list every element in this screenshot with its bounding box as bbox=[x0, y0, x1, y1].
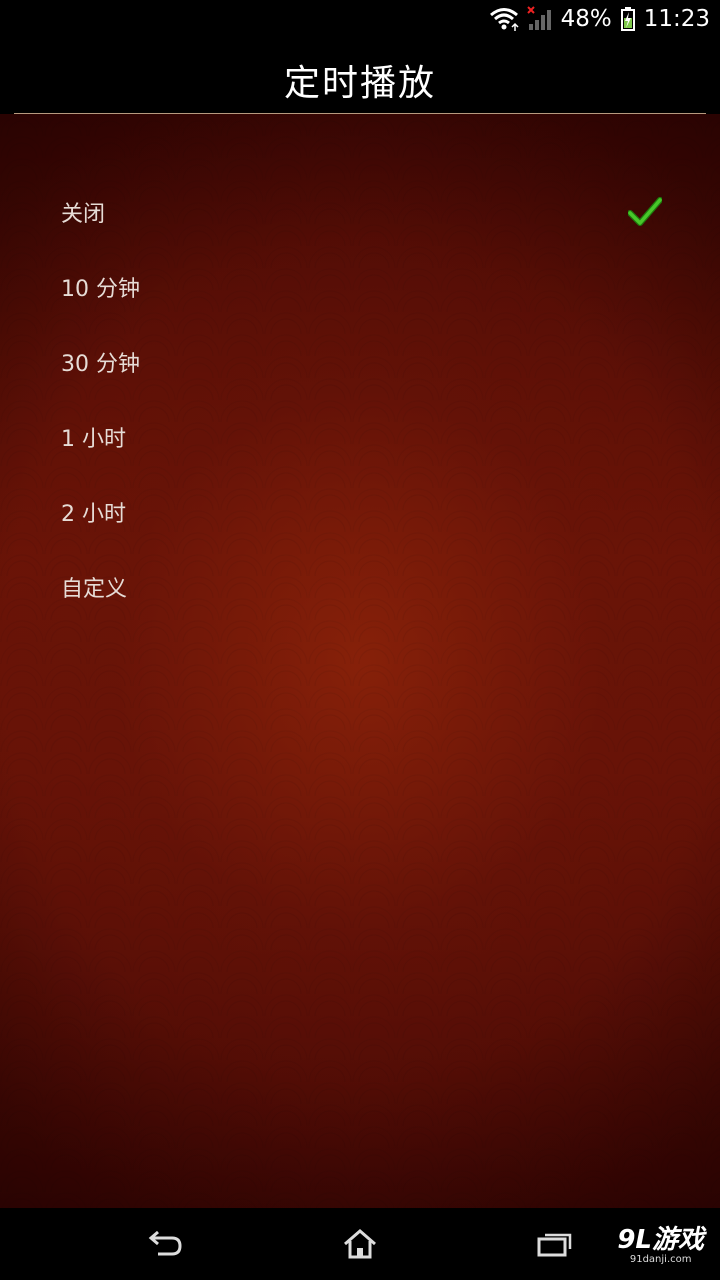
back-button[interactable] bbox=[146, 1226, 186, 1262]
recent-apps-icon bbox=[537, 1233, 572, 1257]
option-1-hour[interactable]: 1 小时 bbox=[0, 399, 720, 474]
option-label: 自定义 bbox=[61, 576, 128, 602]
option-label: 2 小时 bbox=[61, 501, 126, 527]
option-30-min[interactable]: 30 分钟 bbox=[0, 324, 720, 399]
timer-option-list: 关闭 10 分钟 30 分钟 1 小时 2 小时 自定义 bbox=[0, 174, 720, 624]
battery-charging-icon bbox=[620, 6, 636, 32]
option-label: 1 小时 bbox=[61, 426, 126, 452]
timer-screen: 48% 11:23 定时播放 关闭 10 分钟 30 分钟 1 小时 2 小时 … bbox=[0, 0, 720, 1280]
option-2-hours[interactable]: 2 小时 bbox=[0, 474, 720, 549]
watermark-url: 91danji.com bbox=[629, 1254, 692, 1265]
option-custom[interactable]: 自定义 bbox=[0, 549, 720, 624]
recent-apps-button[interactable] bbox=[534, 1226, 574, 1262]
clock: 11:23 bbox=[643, 6, 710, 32]
status-icons: 48% 11:23 bbox=[489, 0, 710, 38]
home-button[interactable] bbox=[340, 1226, 380, 1262]
title-bar: 定时播放 bbox=[0, 38, 720, 114]
option-label: 关闭 bbox=[61, 201, 106, 227]
status-bar: 48% 11:23 bbox=[0, 0, 720, 38]
wifi-icon bbox=[489, 6, 519, 32]
option-10-min[interactable]: 10 分钟 bbox=[0, 249, 720, 324]
back-icon bbox=[148, 1230, 182, 1256]
watermark-text: 9L游戏 bbox=[617, 1225, 704, 1255]
signal-icon bbox=[526, 6, 553, 32]
page-title: 定时播放 bbox=[283, 63, 436, 104]
content-area: 关闭 10 分钟 30 分钟 1 小时 2 小时 自定义 bbox=[0, 114, 720, 1208]
navigation-bar: 9L游戏 91danji.com bbox=[0, 1208, 720, 1280]
battery-percent: 48% bbox=[560, 6, 612, 32]
option-label: 30 分钟 bbox=[61, 351, 140, 377]
watermark-logo: 9L游戏 91danji.com bbox=[617, 1226, 704, 1266]
check-icon bbox=[628, 196, 662, 226]
option-label: 10 分钟 bbox=[61, 276, 140, 302]
home-icon bbox=[344, 1229, 376, 1259]
option-off[interactable]: 关闭 bbox=[0, 174, 720, 249]
